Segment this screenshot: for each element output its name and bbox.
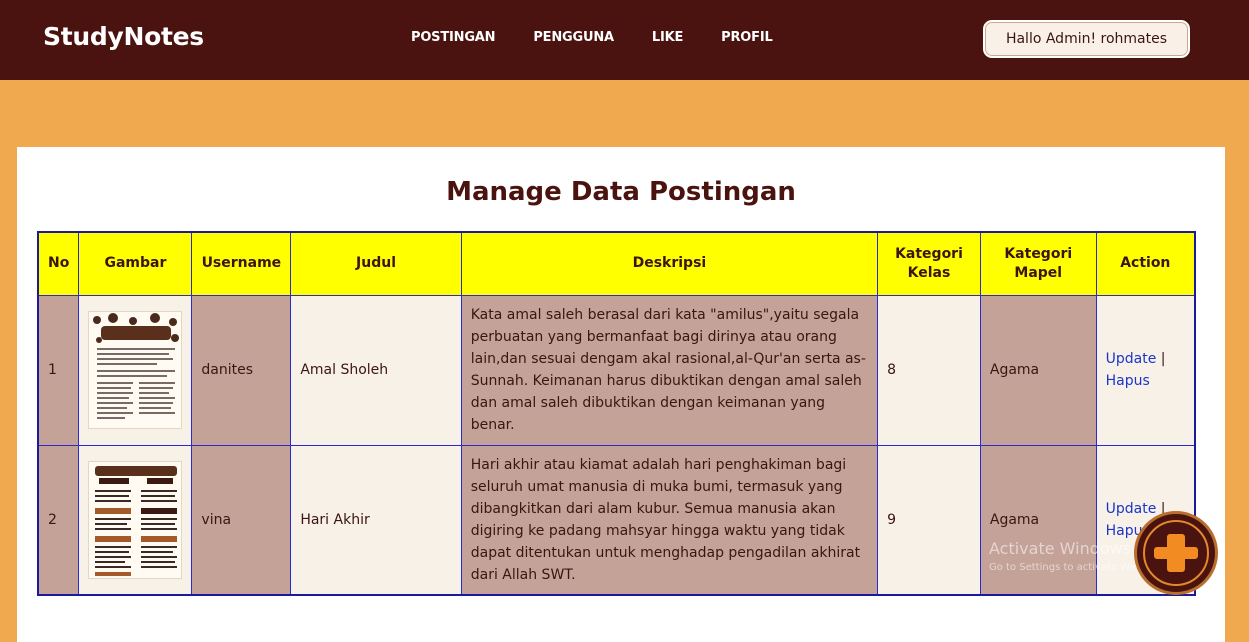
cell-no: 1: [37, 294, 80, 446]
header-judul: Judul: [290, 231, 462, 296]
header-gambar: Gambar: [78, 231, 193, 296]
header-kategori-mapel: Kategori Mapel: [979, 231, 1097, 296]
cell-username: danites: [191, 294, 292, 446]
nav-item-like[interactable]: LIKE: [652, 30, 683, 45]
header-action: Action: [1095, 231, 1196, 296]
cell-username: vina: [191, 444, 292, 596]
nav-item-postingan[interactable]: POSTINGAN: [411, 30, 496, 45]
cell-action: Update | Hapus: [1095, 294, 1196, 446]
add-post-button[interactable]: [1134, 511, 1218, 595]
plus-icon: [1154, 534, 1198, 572]
header-username: Username: [191, 231, 292, 296]
greeting-button[interactable]: Hallo Admin! rohmates: [983, 20, 1190, 58]
cell-no: 2: [37, 444, 80, 596]
page-title: Manage Data Postingan: [446, 177, 796, 207]
update-link[interactable]: Update: [1106, 351, 1157, 367]
cell-gambar: [78, 294, 193, 446]
cell-kategori-kelas: 9: [877, 444, 981, 596]
cell-kategori-kelas: 8: [877, 294, 981, 446]
table-row: 1 danites Amal Sholeh Kata amal saleh be…: [37, 294, 1196, 446]
cell-judul: Amal Sholeh: [290, 294, 462, 446]
nav-item-pengguna[interactable]: PENGGUNA: [533, 30, 614, 45]
cell-deskripsi: Hari akhir atau kiamat adalah hari pengh…: [460, 444, 879, 596]
update-link[interactable]: Update: [1106, 501, 1157, 517]
post-thumbnail-image[interactable]: [88, 311, 183, 429]
cell-deskripsi: Kata amal saleh berasal dari kata "amilu…: [460, 294, 879, 446]
hapus-link[interactable]: Hapus: [1106, 373, 1150, 389]
header-no: No: [37, 231, 80, 296]
brand-logo[interactable]: StudyNotes: [43, 22, 204, 51]
cell-gambar: [78, 444, 193, 596]
cell-judul: Hari Akhir: [290, 444, 462, 596]
action-separator: |: [1156, 351, 1166, 367]
nav-item-profil[interactable]: PROFIL: [721, 30, 773, 45]
navbar: StudyNotes POSTINGAN PENGGUNA LIKE PROFI…: [0, 0, 1249, 80]
post-thumbnail-image[interactable]: [88, 460, 183, 579]
nav-links: POSTINGAN PENGGUNA LIKE PROFIL: [411, 30, 811, 45]
header-kategori-kelas: Kategori Kelas: [877, 231, 981, 296]
header-deskripsi: Deskripsi: [460, 231, 879, 296]
add-post-button-ring: [1143, 520, 1209, 586]
activate-windows-watermark: Activate Windows: [989, 539, 1132, 558]
table-header-row: No Gambar Username Judul Deskripsi Kateg…: [37, 231, 1196, 296]
cell-kategori-mapel: Agama: [979, 294, 1097, 446]
